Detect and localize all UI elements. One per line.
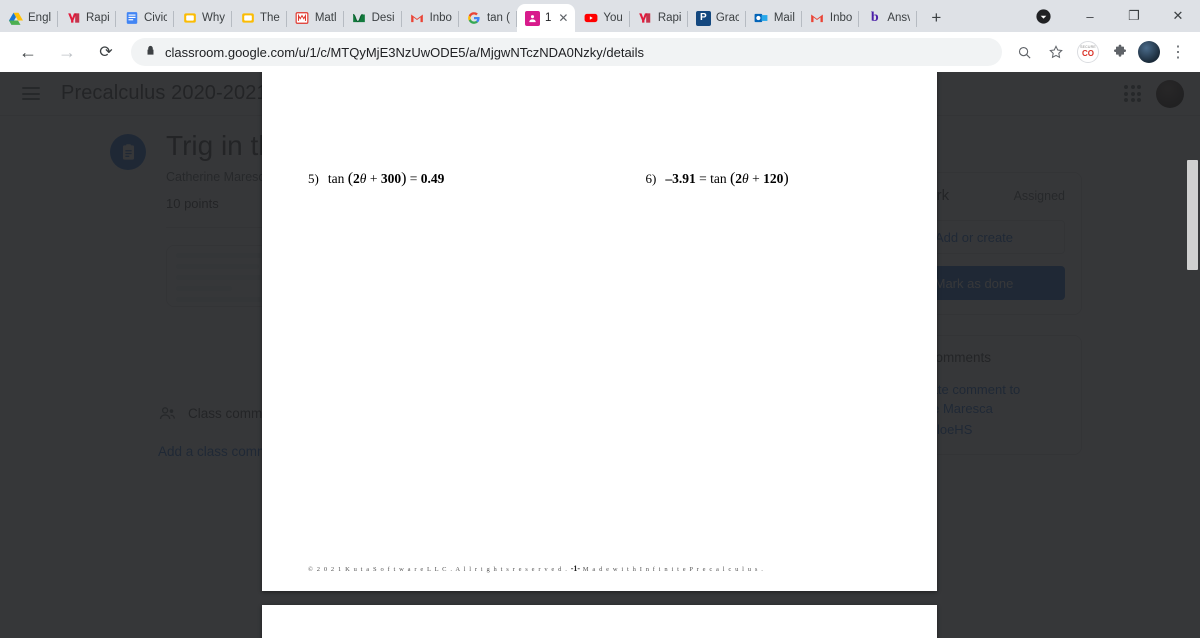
docs-icon [124,11,139,26]
close-window-button[interactable]: ✕ [1156,0,1200,32]
lock-icon [145,45,156,59]
tab-title: Inbo [429,12,452,24]
browser-tab[interactable]: Matl [287,4,344,32]
document-page-2: 7) 3.05 = tan θ 8) sin (θ + 45) = –8.65 [262,605,937,638]
user-avatar[interactable] [1138,41,1160,63]
tab-title: The [260,12,280,24]
browser-tab[interactable]: The [232,4,287,32]
problem-expression: –3.91 = tan (2θ + 120) [665,170,789,187]
browser-tab[interactable]: Civic [116,4,174,32]
problem-number: 5) [308,171,319,186]
badge-bottom-text: CO [1082,48,1094,58]
extensions-puzzle-icon[interactable] [1106,38,1134,66]
browser-menu-icon[interactable]: ⋮ [1164,38,1192,66]
problem-row: 5) tan (2θ + 300) = 0.49 6) –3.91 = tan … [262,170,937,188]
problem-number: 6) [645,171,657,186]
browser-tab[interactable]: You [575,4,630,32]
browser-tab[interactable]: Desi [344,4,402,32]
google-icon [467,11,482,26]
back-button[interactable]: ← [12,36,44,68]
tab-title: Rapi [657,12,681,24]
browser-tab[interactable]: Rapi [630,4,688,32]
browser-tab[interactable]: Engl [0,4,58,32]
viewer-scrollbar[interactable] [1185,72,1200,638]
problem-item: 5) tan (2θ + 300) = 0.49 [262,170,600,188]
browser-tab[interactable]: b Ansv [859,4,918,32]
new-tab-button[interactable]: + [923,5,949,31]
maximize-button[interactable]: ❐ [1112,0,1156,32]
document-footer: © 2 0 2 1 K u t a S o f t w a r e L L C … [308,564,764,573]
reload-button[interactable]: ⟳ [90,36,122,68]
browser-tab-active[interactable]: 1 ✕ [516,4,576,32]
viewer-scrollbar-thumb[interactable] [1187,160,1198,270]
footer-copyright: © 2 0 2 1 K u t a S o f t w a r e L L C … [308,566,568,573]
youtube-icon [583,11,598,26]
browser-tab[interactable]: P Grac [688,4,746,32]
kahoot-icon [638,11,653,26]
tab-title: tan ( [486,12,510,24]
tab-title: Why [202,12,225,24]
browser-tab[interactable]: tan ( [459,4,517,32]
problem-expression: tan (2θ + 300) = 0.49 [327,170,445,187]
browser-tab[interactable]: Inbo [802,4,860,32]
forward-button[interactable]: → [51,36,83,68]
outlook-icon [754,11,769,26]
tab-title: Civic [144,12,167,24]
url-text: classroom.google.com/u/1/c/MTQyMjE3NzUwO… [165,44,644,60]
mathway-icon [295,11,310,26]
tab-title: You [603,12,623,24]
problem-item: 6) –3.91 = tan (2θ + 120) [600,170,938,188]
brainly-icon: b [870,10,879,25]
browser-tab[interactable]: Mail [746,4,802,32]
browser-tab[interactable]: Why [174,4,232,32]
minimize-button[interactable]: – [1068,0,1112,32]
kahoot-icon [66,11,81,26]
tab-title: Matl [314,12,337,24]
tab-title: Rapi [86,12,109,24]
browser-tab[interactable]: Inbo [402,4,459,32]
browser-toolbar: ← → ⟳ classroom.google.com/u/1/c/MTQyMjE… [0,32,1200,72]
gmail-icon [810,11,825,26]
tab-close-icon[interactable]: ✕ [558,12,568,24]
star-icon[interactable] [1042,38,1070,66]
zoom-out-icon[interactable] [1010,38,1038,66]
gmail-icon [410,11,425,26]
folder-yellow-icon [182,11,197,26]
tab-strip: Engl Rapi Civic Why The Matl Desi Inbo t… [0,0,1200,32]
page-viewport: Precalculus 2020-2021 Trig in the Real W… [0,72,1200,638]
window-controls: – ❐ ✕ [1028,0,1200,32]
browser-tab[interactable]: Rapi [58,4,116,32]
tab-title: Desi [371,12,395,24]
browser-chrome: Engl Rapi Civic Why The Matl Desi Inbo t… [0,0,1200,72]
tab-title: Ansv [887,12,911,24]
tab-title: Engl [28,12,51,24]
tab-title: Grac [715,12,739,24]
google-drive-icon [8,11,23,26]
footer-made-with: M a d e w i t h I n f i n i t e P r e c … [582,566,764,573]
tab-title: Mail [773,12,795,24]
desmos-icon [352,11,367,26]
document-page-1: 5) tan (2θ + 300) = 0.49 6) –3.91 = tan … [262,72,937,591]
powerschool-icon: P [695,10,711,26]
profile-badge-icon[interactable] [1028,1,1058,31]
footer-page-number: -1- [570,564,581,573]
tab-title: 1 [544,12,552,24]
classroom-icon [524,10,540,26]
tab-title: Inbo [829,12,853,24]
secure-extension-badge-icon[interactable]: SECURE CO [1074,38,1102,66]
address-bar[interactable]: classroom.google.com/u/1/c/MTQyMjE3NzUwO… [131,38,1002,66]
document-viewer: 5) tan (2θ + 300) = 0.49 6) –3.91 = tan … [0,72,1200,638]
folder-yellow-icon [240,11,255,26]
